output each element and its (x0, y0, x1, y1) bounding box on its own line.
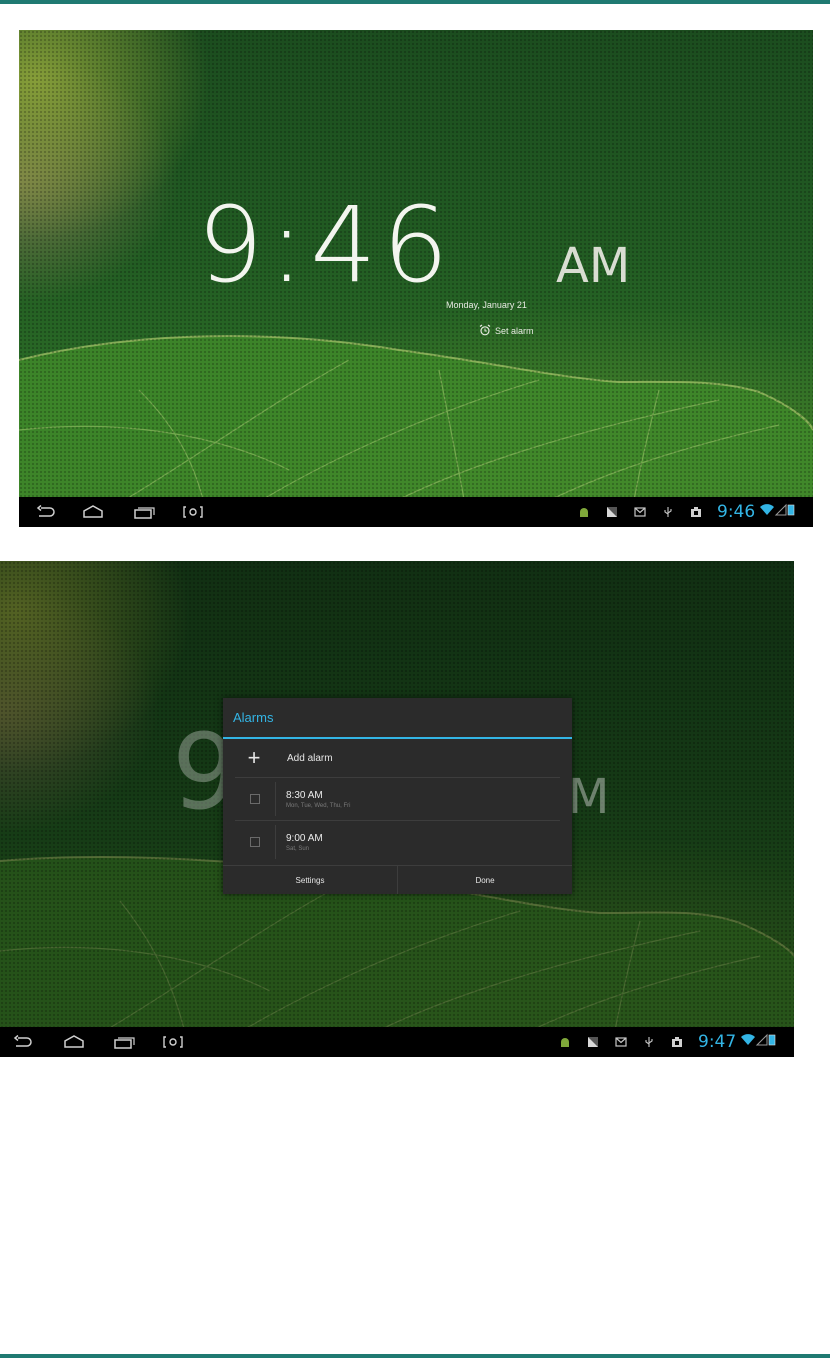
battery-icon (787, 504, 795, 515)
clock-ampm: AM (556, 238, 631, 294)
wifi-signal-battery-icons (740, 1033, 776, 1052)
status-clock: 9:46 (717, 502, 756, 522)
alarm-row[interactable]: 8:30 AM Mon, Tue, Wed, Thu, Fri (235, 778, 560, 821)
status-tray: 9:47 (558, 1027, 776, 1057)
system-navigation-bar: 9:47 (0, 1027, 794, 1057)
media-icon[interactable] (670, 1035, 684, 1049)
dialog-button-bar: Settings Done (223, 865, 572, 894)
gmail-icon[interactable] (633, 505, 647, 519)
status-clock: 9:47 (698, 1032, 737, 1052)
lock-screen-clock: 9:46 AM Monday, January 21 Set alarm 9:4… (19, 30, 813, 527)
clock-ampm-behind-dialog: M (568, 769, 610, 825)
top-rule (0, 0, 830, 4)
add-alarm-label: Add alarm (287, 752, 333, 764)
android-notification-icon[interactable] (577, 505, 591, 519)
add-alarm-row[interactable]: + Add alarm (235, 739, 560, 778)
clock-date: Monday, January 21 (446, 300, 527, 310)
wifi-signal-battery-icons (759, 503, 795, 522)
android-notification-icon[interactable] (558, 1035, 572, 1049)
alarms-dialog-screen: 9 M Alarms + Add alarm 8:30 AM Mon, Tue,… (0, 561, 794, 1057)
alarm-days: Mon, Tue, Wed, Thu, Fri (286, 802, 351, 809)
dialog-title: Alarms (223, 698, 572, 739)
back-icon[interactable] (8, 1027, 38, 1057)
recent-apps-icon[interactable] (109, 1027, 139, 1057)
settings-button[interactable]: Settings (223, 866, 397, 894)
alarm-time: 8:30 AM (286, 789, 323, 801)
plus-icon: + (247, 745, 261, 770)
usb-icon[interactable] (661, 505, 675, 519)
signal-icon (774, 503, 787, 515)
wifi-icon (741, 1033, 756, 1045)
alarm-days: Sat, Sun (286, 845, 310, 852)
notification-icon[interactable] (605, 505, 619, 519)
alarm-time: 9:00 AM (286, 832, 323, 844)
usb-icon[interactable] (642, 1035, 656, 1049)
done-button[interactable]: Done (397, 866, 572, 894)
checkbox-icon[interactable] (250, 837, 260, 847)
battery-icon (768, 1034, 776, 1045)
wifi-icon (760, 503, 775, 515)
status-tray: 9:46 (577, 497, 795, 527)
alarm-toggle[interactable] (235, 825, 276, 859)
signal-icon (755, 1033, 768, 1045)
screenshot-icon[interactable] (158, 1027, 188, 1057)
checkbox-icon[interactable] (250, 794, 260, 804)
set-alarm-label: Set alarm (495, 326, 534, 336)
clock-time: 9:46 (197, 184, 455, 306)
screenshot-icon[interactable] (178, 497, 208, 527)
alarms-dialog: Alarms + Add alarm 8:30 AM Mon, Tue, Wed… (223, 698, 572, 894)
bottom-rule (0, 1354, 830, 1358)
notification-icon[interactable] (586, 1035, 600, 1049)
home-icon[interactable] (78, 497, 108, 527)
set-alarm-button[interactable]: Set alarm (479, 324, 534, 338)
media-icon[interactable] (689, 505, 703, 519)
alarm-toggle[interactable] (235, 782, 276, 816)
alarm-clock-icon (479, 324, 491, 338)
home-icon[interactable] (59, 1027, 89, 1057)
gmail-icon[interactable] (614, 1035, 628, 1049)
alarm-row[interactable]: 9:00 AM Sat, Sun (235, 821, 560, 863)
recent-apps-icon[interactable] (129, 497, 159, 527)
system-navigation-bar: 9:46 (19, 497, 813, 527)
back-icon[interactable] (31, 497, 61, 527)
